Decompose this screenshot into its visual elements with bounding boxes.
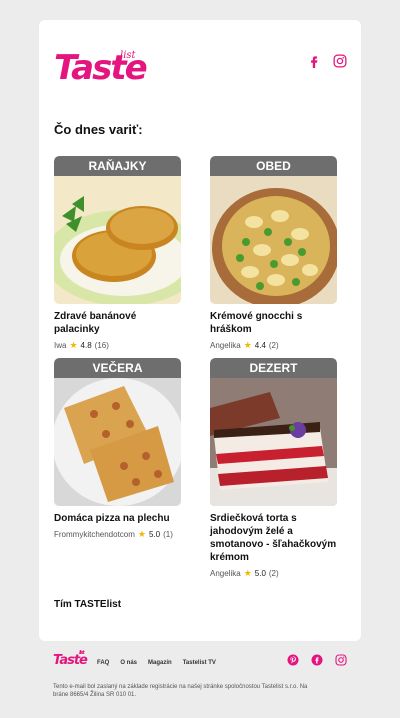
recipe-author: Iwa [54,341,67,350]
star-icon: ★ [243,340,252,350]
recipe-title[interactable]: Krémové gnocchi s hráškom [210,310,337,336]
footer-link-faq[interactable]: FAQ [97,660,109,666]
footer-link-about[interactable]: O nás [120,660,137,666]
legal-notice: Tento e-mail bol zaslaný na základe regi… [53,684,308,698]
footer-logo-subtext: list [79,650,85,656]
social-links-top [307,54,347,68]
recipe-card-vecera[interactable]: VEČERA Domáca pizza na plechu Frommykitc… [54,358,181,540]
category-label: VEČERA [54,358,181,378]
footer-social-links [287,654,347,666]
instagram-icon[interactable] [335,654,347,666]
footer-links: FAQ O nás Magazín Tastelist TV [97,660,216,666]
recipe-rating: 5.0 [149,530,161,539]
recipe-rating: 5.0 [254,569,266,578]
tastelist-logo[interactable]: Taste list [54,50,148,86]
cake-image [210,378,337,506]
pancakes-image [54,176,181,304]
category-label: DEZERT [210,358,337,378]
recipe-author: Angelika [210,569,241,578]
facebook-icon[interactable] [307,54,321,68]
star-icon: ★ [243,568,252,578]
section-heading: Čo dnes variť: [54,122,143,137]
facebook-icon[interactable] [311,654,323,666]
recipe-rating: 4.8 [80,341,92,350]
recipe-rating-count: (2) [268,341,279,350]
category-label: RAŇAJKY [54,156,181,176]
gnocchi-image [210,176,337,304]
pizza-image [54,378,181,506]
star-icon: ★ [69,340,78,350]
recipe-title[interactable]: Srdiečková torta s jahodovým želé a smot… [210,512,337,564]
recipe-meta: Angelika ★ 4.4 (2) [210,340,337,351]
category-label: OBED [210,156,337,176]
footer-link-magazine[interactable]: Magazín [148,660,172,666]
recipe-image-wrap[interactable]: DEZERT [210,358,337,506]
recipe-image-wrap[interactable]: RAŇAJKY [54,156,181,304]
recipe-author: Angelika [210,341,241,350]
recipe-rating-count: (2) [268,569,279,578]
instagram-icon[interactable] [333,54,347,68]
recipe-title[interactable]: Domáca pizza na plechu [54,512,181,525]
recipe-card-obed[interactable]: OBED Krémové gnocchi s hráškom Angelika … [210,156,337,351]
recipe-image-wrap[interactable]: VEČERA [54,358,181,506]
recipe-meta: Frommykitchendotcom ★ 5.0 (1) [54,529,181,540]
recipe-card-dezert[interactable]: DEZERT Srdiečková torta s jahodovým želé… [210,358,337,579]
logo-subtext: list [120,50,136,61]
recipe-meta: Angelika ★ 5.0 (2) [210,568,337,579]
footer-link-tv[interactable]: Tastelist TV [183,660,216,666]
signature: Tím TASTElist [54,599,122,610]
recipe-rating: 4.4 [254,341,266,350]
recipe-author: Frommykitchendotcom [54,530,135,539]
star-icon: ★ [137,529,146,539]
recipe-rating-count: (16) [94,341,109,350]
pinterest-icon[interactable] [287,654,299,666]
recipe-title[interactable]: Zdravé banánové palacinky [54,310,181,336]
recipe-image-wrap[interactable]: OBED [210,156,337,304]
recipe-rating-count: (1) [163,530,173,539]
recipe-card-ranajky[interactable]: RAŇAJKY Zdravé banánové palacinky Iwa ★ … [54,156,181,351]
recipe-meta: Iwa ★ 4.8 (16) [54,340,181,351]
footer-logo[interactable]: Taste list [53,650,88,668]
email-card: Taste list Čo dnes variť: RAŇAJKY Zdravé… [39,20,361,641]
